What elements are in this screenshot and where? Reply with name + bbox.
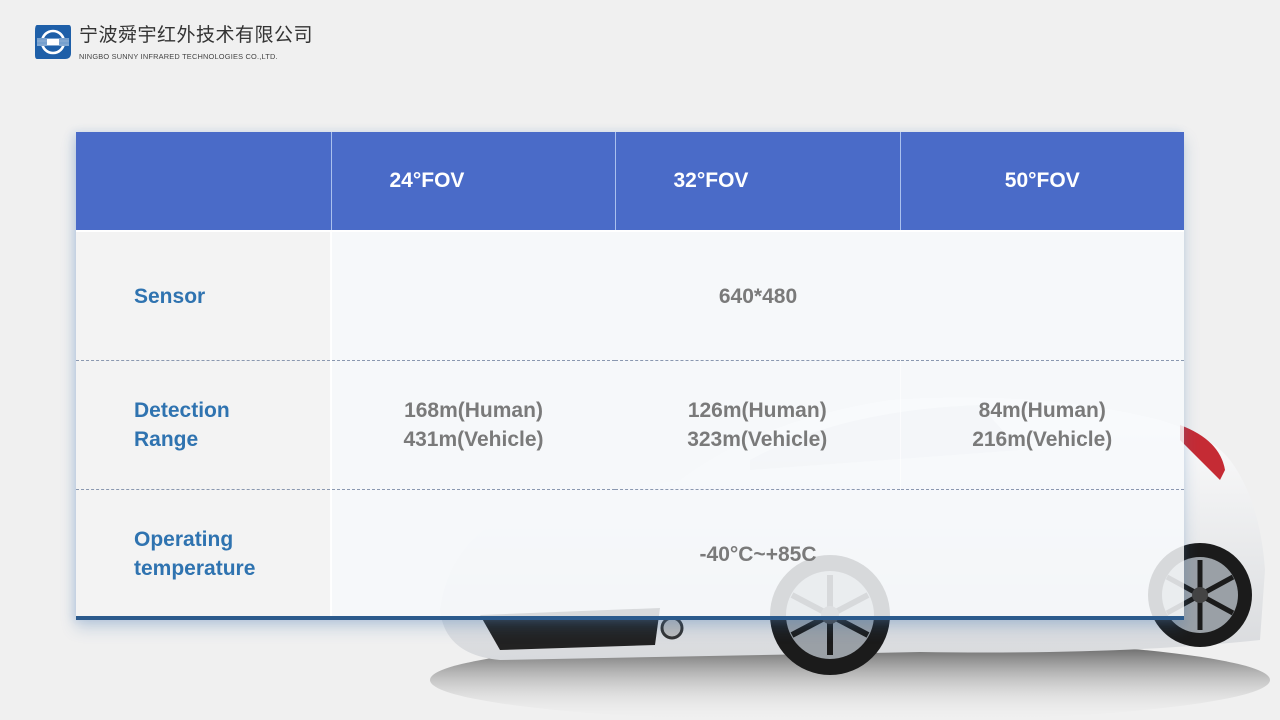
row-label-sensor: Sensor: [76, 230, 332, 361]
sensor-value: 640*480: [331, 230, 1184, 361]
table-row-operating-temperature: Operating temperature -40°C~+85C: [76, 489, 1184, 618]
detection-range-50fov: 84m(Human) 216m(Vehicle): [899, 360, 1184, 490]
header-24fov: 24°FOV: [331, 132, 616, 231]
specs-table: 24°FOV 32°FOV 50°FOV Sensor 640*480 Dete…: [76, 132, 1184, 620]
company-name-en: NINGBO SUNNY INFRARED TECHNOLOGIES CO.,L…: [79, 52, 278, 61]
label-line: Operating: [134, 528, 234, 551]
vehicle-range: 216m(Vehicle): [972, 428, 1113, 451]
company-logo: 宁波舜宇红外技术有限公司 NINGBO SUNNY INFRARED TECHN…: [33, 23, 313, 61]
label-line: Detection: [134, 399, 230, 422]
header-50fov: 50°FOV: [900, 132, 1184, 231]
detection-range-24fov: 168m(Human) 431m(Vehicle): [331, 360, 615, 490]
vehicle-range: 431m(Vehicle): [403, 428, 544, 451]
table-bottom-accent-bar: [76, 616, 1184, 620]
operating-temperature-value: -40°C~+85C: [331, 489, 1184, 618]
header-32fov: 32°FOV: [615, 132, 901, 231]
company-name-cn: 宁波舜宇红外技术有限公司: [79, 24, 314, 46]
human-range: 168m(Human): [404, 399, 543, 422]
sunny-logo-icon: [35, 25, 71, 59]
vehicle-range: 323m(Vehicle): [687, 428, 828, 451]
detection-range-32fov: 126m(Human) 323m(Vehicle): [615, 360, 900, 490]
table-header-row: 24°FOV 32°FOV 50°FOV: [76, 132, 1184, 231]
table-row-sensor: Sensor 640*480: [76, 230, 1184, 361]
table-row-detection-range: Detection Range 168m(Human) 431m(Vehicle…: [76, 360, 1184, 490]
row-label-detection-range: Detection Range: [76, 360, 332, 490]
label-line: Range: [134, 428, 199, 451]
human-range: 126m(Human): [687, 399, 827, 422]
human-range: 84m(Human): [978, 399, 1106, 422]
label-line: temperature: [134, 557, 256, 580]
header-empty-cell: [76, 132, 332, 231]
row-label-operating-temperature: Operating temperature: [76, 489, 332, 618]
